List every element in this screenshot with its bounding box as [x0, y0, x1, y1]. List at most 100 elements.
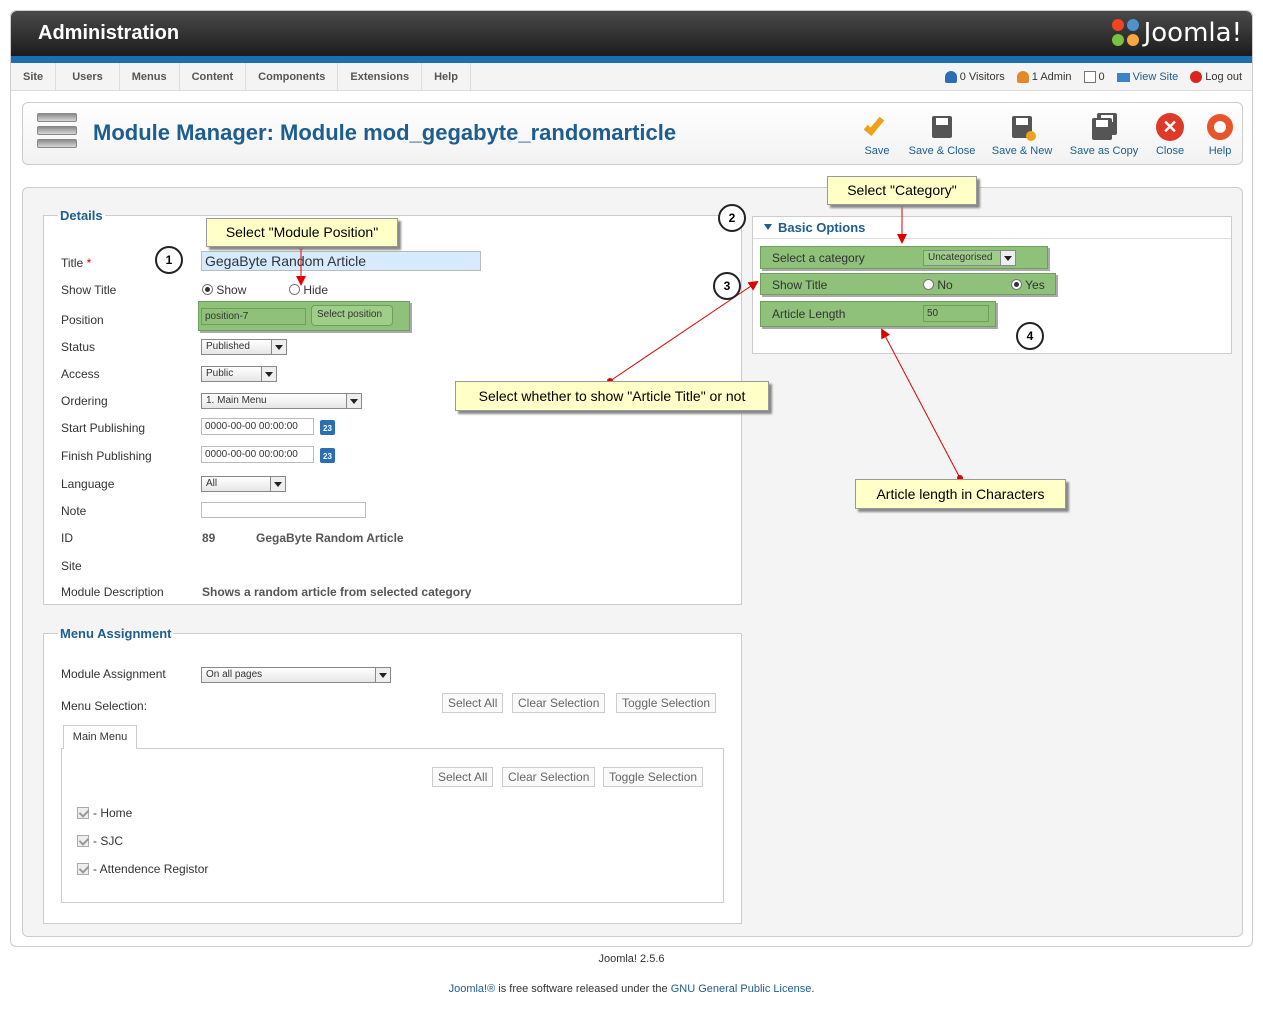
- status-label: Status: [61, 340, 96, 354]
- description-label: Module Description: [61, 585, 164, 599]
- chevron-down-icon: [261, 367, 276, 381]
- toggle-selection-button[interactable]: Toggle Selection: [603, 767, 704, 787]
- access-select[interactable]: Public: [201, 366, 277, 382]
- module-assignment-label: Module Assignment: [61, 667, 166, 681]
- disk-copy-icon: [1090, 113, 1118, 141]
- select-all-button[interactable]: Select All: [432, 767, 494, 787]
- category-row: Select a category Uncategorised: [760, 246, 1048, 269]
- page-header: Module Manager: Module mod_gegabyte_rand…: [22, 102, 1243, 165]
- menu-tree-panel: Select All Clear Selection Toggle Select…: [61, 748, 724, 903]
- menu-extensions[interactable]: Extensions: [338, 63, 423, 91]
- menu-item-home[interactable]: - Home: [77, 806, 132, 820]
- check-icon: [863, 113, 891, 141]
- show-radio[interactable]: [202, 284, 213, 295]
- admin-window: Administration Joomla! Site Users Menus …: [10, 10, 1253, 947]
- position-label: Position: [61, 313, 104, 327]
- language-select[interactable]: All: [201, 476, 286, 492]
- show-title-hide[interactable]: Hide: [289, 283, 328, 297]
- access-label: Access: [61, 367, 100, 381]
- save-button[interactable]: Save: [858, 113, 896, 157]
- visitors-status: 0 Visitors: [944, 71, 1005, 83]
- title-input[interactable]: GegaByte Random Article: [201, 251, 481, 271]
- position-input[interactable]: position-7: [201, 308, 306, 325]
- mail-icon: [1083, 71, 1096, 83]
- tab-main-menu[interactable]: Main Menu: [63, 725, 137, 749]
- show-title-no[interactable]: No: [923, 278, 953, 292]
- triangle-down-icon: [764, 224, 772, 230]
- module-assignment-select[interactable]: On all pages: [201, 667, 391, 683]
- step-2-marker: 2: [718, 204, 746, 232]
- id-label: ID: [61, 531, 73, 545]
- menu-menus[interactable]: Menus: [120, 63, 180, 91]
- accent-bar: [11, 56, 1252, 63]
- joomla-logo: Joomla!: [1111, 18, 1242, 48]
- id-value: 89: [202, 531, 216, 545]
- calendar-icon[interactable]: 23: [320, 448, 335, 463]
- select-all-button[interactable]: Select All: [442, 693, 504, 713]
- basic-options-panel: Basic Options Select a category Uncatego…: [752, 216, 1232, 354]
- close-icon: ✕: [1156, 113, 1184, 141]
- chevron-down-icon: [375, 668, 390, 682]
- show-title-show[interactable]: Show: [202, 283, 246, 297]
- article-length-row: Article Length 50: [760, 301, 996, 327]
- start-publishing-label: Start Publishing: [61, 421, 146, 435]
- start-publishing-input[interactable]: 0000-00-00 00:00:00: [201, 418, 314, 435]
- note-label: Note: [61, 504, 87, 518]
- menu-help[interactable]: Help: [422, 63, 471, 91]
- logout-link[interactable]: Log out: [1190, 71, 1242, 83]
- hide-radio[interactable]: [289, 284, 300, 295]
- checkbox[interactable]: [77, 807, 89, 819]
- disk-icon: [928, 113, 956, 141]
- ordering-select[interactable]: 1. Main Menu: [201, 393, 362, 409]
- messages-status[interactable]: 0: [1083, 71, 1105, 83]
- menu-assignment-fieldset: Menu Assignment Module Assignment On all…: [43, 626, 742, 924]
- details-legend: Details: [60, 208, 103, 223]
- monitor-icon: [1116, 72, 1130, 82]
- no-radio[interactable]: [923, 279, 934, 290]
- ordering-label: Ordering: [61, 394, 108, 408]
- clear-selection-button[interactable]: Clear Selection: [512, 693, 606, 713]
- menu-item-attendence[interactable]: - Attendence Registor: [77, 862, 208, 876]
- note-input[interactable]: [201, 502, 366, 518]
- chevron-down-icon: [1000, 251, 1015, 265]
- description-value: Shows a random article from selected cat…: [202, 585, 472, 599]
- top-bar: Administration Joomla!: [11, 11, 1252, 56]
- view-site-link[interactable]: View Site: [1116, 71, 1178, 83]
- save-new-button[interactable]: Save & New: [989, 113, 1055, 157]
- article-length-input[interactable]: 50: [923, 305, 989, 322]
- joomla-mark-icon: [1111, 19, 1140, 47]
- finish-publishing-input[interactable]: 0000-00-00 00:00:00: [201, 446, 314, 463]
- toggle-selection-button[interactable]: Toggle Selection: [616, 693, 717, 713]
- chevron-down-icon: [271, 340, 286, 354]
- chevron-down-icon: [270, 477, 285, 491]
- clear-selection-button[interactable]: Clear Selection: [502, 767, 596, 787]
- joomla-link[interactable]: Joomla!®: [449, 983, 496, 995]
- save-copy-button[interactable]: Save as Copy: [1067, 113, 1141, 157]
- logout-icon: [1190, 71, 1203, 83]
- calendar-icon[interactable]: 23: [320, 420, 335, 435]
- menu-users[interactable]: Users: [56, 63, 120, 91]
- basic-options-header[interactable]: Basic Options: [753, 217, 1231, 239]
- save-close-button[interactable]: Save & Close: [907, 113, 977, 157]
- category-select[interactable]: Uncategorised: [923, 250, 1016, 266]
- status-select[interactable]: Published: [201, 339, 287, 355]
- checkbox[interactable]: [77, 835, 89, 847]
- select-position-button[interactable]: Select position: [311, 305, 393, 326]
- callout-position: Select "Module Position": [206, 218, 398, 247]
- menu-content[interactable]: Content: [180, 63, 247, 91]
- app-title: Administration: [38, 22, 180, 44]
- menu-item-sjc[interactable]: - SJC: [77, 834, 123, 848]
- gpl-link[interactable]: GNU General Public License: [671, 983, 812, 995]
- checkbox[interactable]: [77, 863, 89, 875]
- help-button[interactable]: Help: [1203, 113, 1237, 157]
- step-1-marker: 1: [155, 246, 183, 274]
- main-menu: Site Users Menus Content Components Exte…: [11, 63, 1252, 91]
- site-label: Site: [61, 559, 82, 573]
- close-button[interactable]: ✕ Close: [1153, 113, 1187, 157]
- menu-components[interactable]: Components: [246, 63, 339, 91]
- menu-site[interactable]: Site: [11, 63, 57, 91]
- show-title-yes[interactable]: Yes: [1011, 278, 1045, 292]
- page-title: Module Manager: Module mod_gegabyte_rand…: [93, 120, 677, 145]
- yes-radio[interactable]: [1011, 279, 1022, 290]
- footer-version: Joomla! 2.5.6: [598, 953, 665, 965]
